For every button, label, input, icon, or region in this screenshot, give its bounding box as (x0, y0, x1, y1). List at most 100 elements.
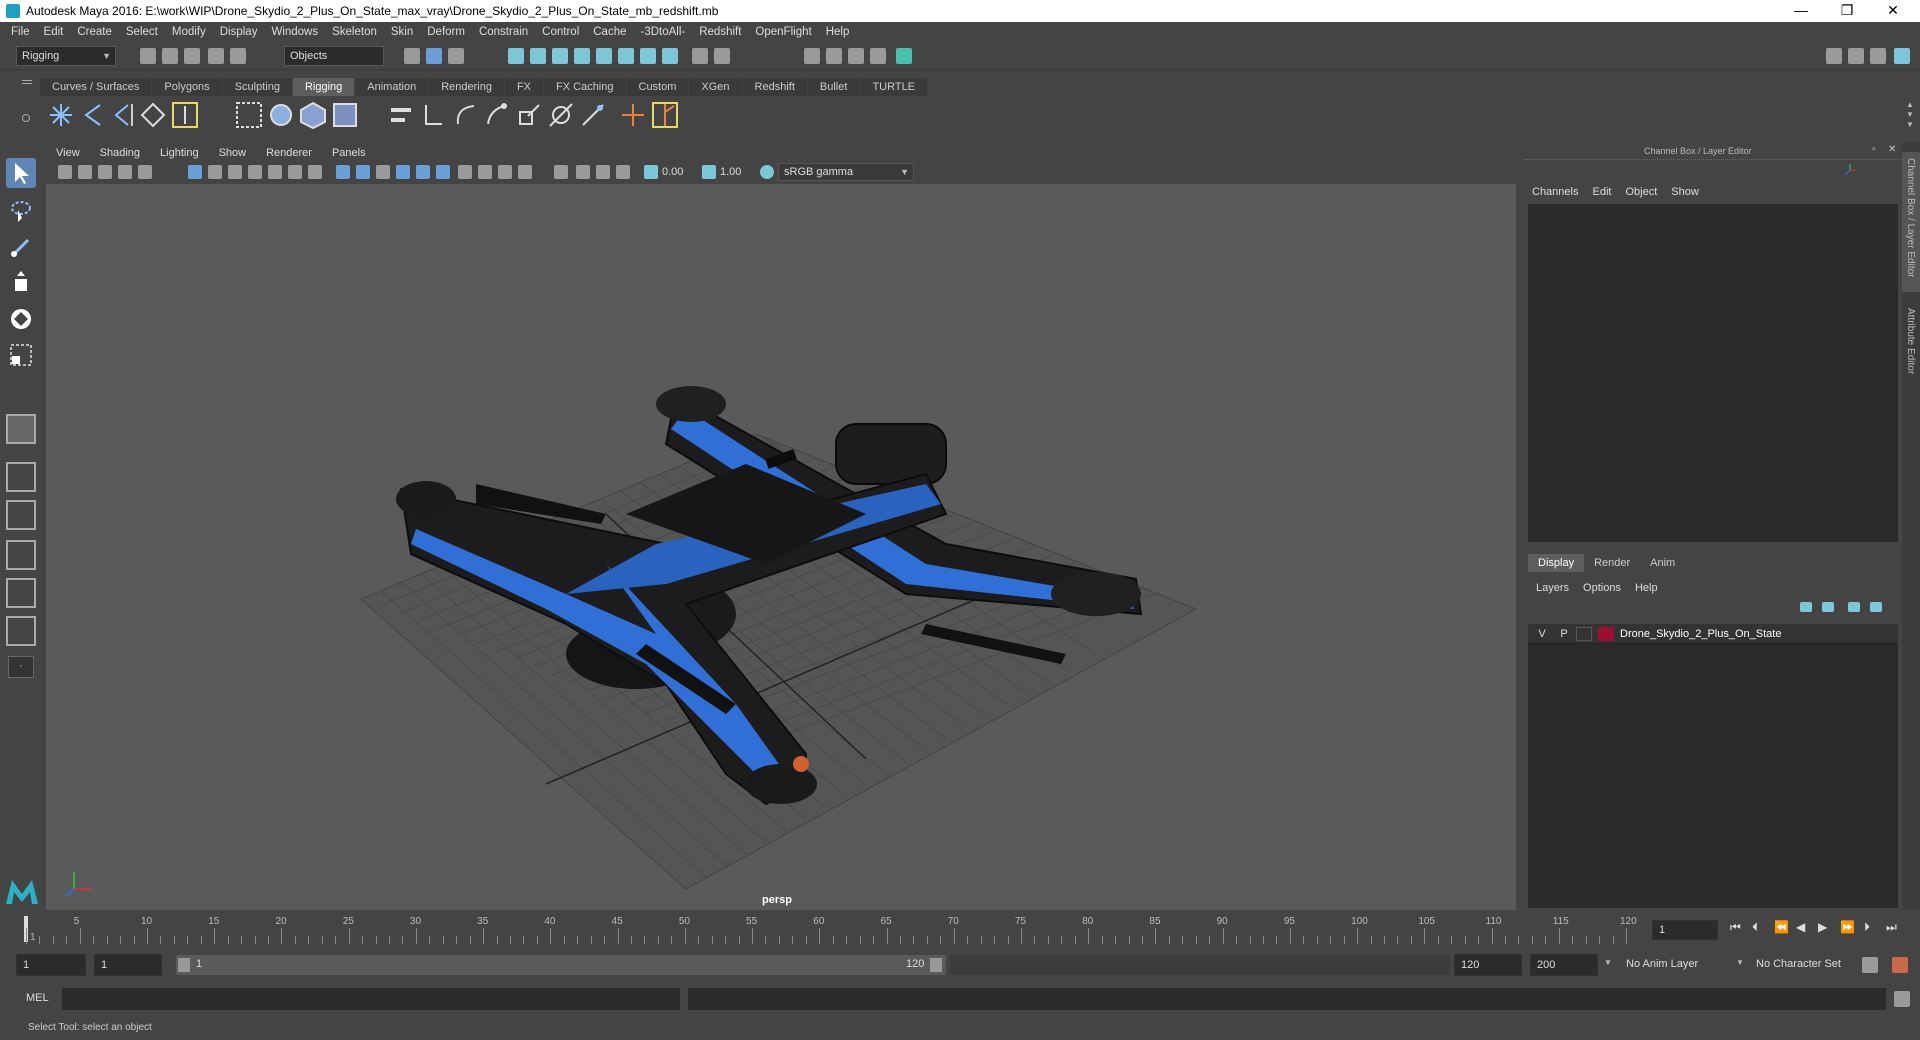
menu-file[interactable]: File (4, 26, 37, 38)
layout-persp-outliner-icon[interactable] (6, 616, 36, 646)
side-tab-channel-box[interactable]: Channel Box / Layer Editor (1902, 152, 1920, 292)
locator-icon[interactable] (618, 100, 648, 130)
insert-joint-icon[interactable] (78, 100, 108, 130)
layer-color-swatch[interactable] (1598, 627, 1614, 641)
camera-select-icon[interactable] (58, 165, 72, 179)
xray-icon[interactable] (576, 165, 590, 179)
selection-mode-dropdown[interactable]: Objects (284, 46, 384, 66)
object-menu[interactable]: Object (1625, 186, 1657, 198)
command-language-label[interactable]: MEL (26, 992, 49, 1004)
menu-help[interactable]: Help (819, 26, 857, 38)
chevron-down-icon[interactable]: ▼ (1736, 958, 1744, 967)
aim-constraint-icon[interactable] (482, 100, 512, 130)
orient-joint-icon[interactable] (138, 100, 168, 130)
step-forward-frame-icon[interactable]: ⏩ (1840, 920, 1855, 934)
layer-tab-render[interactable]: Render (1584, 554, 1640, 572)
viewport-scene[interactable] (46, 184, 1516, 910)
menu-redshift[interactable]: Redshift (692, 26, 748, 38)
screen-space-ao-icon[interactable] (458, 165, 472, 179)
channels-menu[interactable]: Channels (1532, 186, 1578, 198)
film-gate-icon[interactable] (208, 165, 222, 179)
layer-name[interactable]: Drone_Skydio_2_Plus_On_State (1620, 628, 1781, 640)
render-frame-icon[interactable] (804, 48, 820, 64)
axis-toggle-icon[interactable] (1844, 164, 1856, 176)
ipr-render-icon[interactable] (826, 48, 842, 64)
pole-vector-constraint-icon[interactable] (546, 100, 576, 130)
gamma-value[interactable]: 1.00 (720, 166, 741, 178)
symmetry-icon[interactable] (662, 48, 678, 64)
time-slider[interactable]: 1 5 10 15 20 25 30 35 40 45 50 55 60 65 70 75 80 85 90 95 10… (0, 912, 1920, 946)
animation-preferences-icon[interactable] (1892, 957, 1908, 973)
viewport-menu-lighting[interactable]: Lighting (150, 147, 209, 159)
select-by-hierarchy-icon[interactable] (404, 48, 420, 64)
range-start-handle[interactable] (178, 958, 190, 972)
menu-skin[interactable]: Skin (384, 26, 420, 38)
shelf-tab-sculpting[interactable]: Sculpting (222, 78, 292, 96)
orient-constraint-icon[interactable] (450, 100, 480, 130)
select-by-component-icon[interactable] (448, 48, 464, 64)
new-layer-icon[interactable] (1848, 602, 1860, 612)
viewport-menu-show[interactable]: Show (209, 147, 257, 159)
channel-list[interactable] (1528, 204, 1898, 542)
wireframe-icon[interactable] (336, 165, 350, 179)
shelf-tab-bullet[interactable]: Bullet (807, 78, 860, 96)
lasso-tool-icon[interactable] (6, 196, 36, 226)
chevron-down-icon[interactable]: ▼ (1604, 958, 1612, 967)
color-management-icon[interactable] (760, 165, 774, 179)
ik-handle-icon[interactable] (170, 100, 200, 130)
snap-edge-icon[interactable] (618, 48, 634, 64)
go-to-start-icon[interactable]: ⏮ (1730, 920, 1741, 935)
menu-display[interactable]: Display (213, 26, 265, 38)
close-panel-icon[interactable]: ✕ (1888, 144, 1896, 155)
anim-layer-dropdown[interactable]: No Anim Layer (1620, 954, 1746, 976)
smooth-shade-icon[interactable] (356, 165, 370, 179)
layout-persp-graph-icon[interactable] (6, 540, 36, 570)
auto-key-icon[interactable] (1862, 957, 1878, 973)
snap-curve-icon[interactable] (530, 48, 546, 64)
menu-set-dropdown[interactable]: Rigging ▼ (16, 46, 116, 66)
menu-3dtoall[interactable]: -3DtoAll- (634, 26, 693, 38)
safe-action-icon[interactable] (288, 165, 302, 179)
save-scene-icon[interactable] (184, 48, 200, 64)
scale-constraint-icon[interactable] (514, 100, 544, 130)
layer-display-type-toggle[interactable] (1576, 627, 1592, 641)
float-panel-icon[interactable]: ▫ (1872, 144, 1876, 155)
geometry-constraint-icon[interactable] (578, 100, 608, 130)
move-layer-down-icon[interactable] (1822, 602, 1834, 612)
layout-two-side-icon[interactable] (6, 500, 36, 530)
animation-start-field[interactable]: 1 (16, 954, 86, 976)
render-settings-icon[interactable] (848, 48, 864, 64)
shelf-tab-custom[interactable]: Custom (626, 78, 689, 96)
snap-face-icon[interactable] (640, 48, 656, 64)
safe-title-icon[interactable] (308, 165, 322, 179)
animation-end-field[interactable]: 200 (1530, 954, 1598, 976)
shelf-tab-rigging[interactable]: Rigging (292, 78, 355, 96)
layout-four-icon[interactable] (6, 462, 36, 492)
shelf-tab-polygons[interactable]: Polygons (152, 78, 222, 96)
use-all-lights-icon[interactable] (416, 165, 430, 179)
shelf-tab-rendering[interactable]: Rendering (429, 78, 504, 96)
maximize-button[interactable]: ❐ (1824, 0, 1870, 22)
layer-tab-anim[interactable]: Anim (1640, 554, 1685, 572)
layout-single-icon[interactable] (6, 414, 36, 444)
layer-row[interactable]: V P Drone_Skydio_2_Plus_On_State (1528, 624, 1898, 644)
script-editor-icon[interactable] (1894, 991, 1910, 1007)
viewport-menu-shading[interactable]: Shading (90, 147, 150, 159)
range-end-handle[interactable] (930, 958, 942, 972)
hypershade-icon[interactable] (870, 48, 886, 64)
current-frame-field[interactable]: 1 (1652, 920, 1718, 940)
layer-visibility-toggle[interactable]: V (1534, 628, 1550, 640)
menu-control[interactable]: Control (535, 26, 586, 38)
motion-blur-icon[interactable] (478, 165, 492, 179)
playback-end-field[interactable]: 120 (1454, 954, 1522, 976)
new-layer-selected-icon[interactable] (1870, 602, 1882, 612)
menu-select[interactable]: Select (119, 26, 165, 38)
move-layer-up-icon[interactable] (1800, 602, 1812, 612)
time-ruler[interactable]: 1 5 10 15 20 25 30 35 40 45 50 55 60 65 70 75 80 85 90 95 10… (22, 914, 1640, 944)
layout-outliner-icon[interactable] (6, 578, 36, 608)
side-tab-attribute-editor[interactable]: Attribute Editor (1902, 302, 1920, 402)
lattice-icon[interactable] (298, 100, 328, 130)
redo-icon[interactable] (230, 48, 246, 64)
toggle-panels-icon[interactable] (1848, 48, 1864, 64)
joint-tool-icon[interactable] (46, 100, 76, 130)
